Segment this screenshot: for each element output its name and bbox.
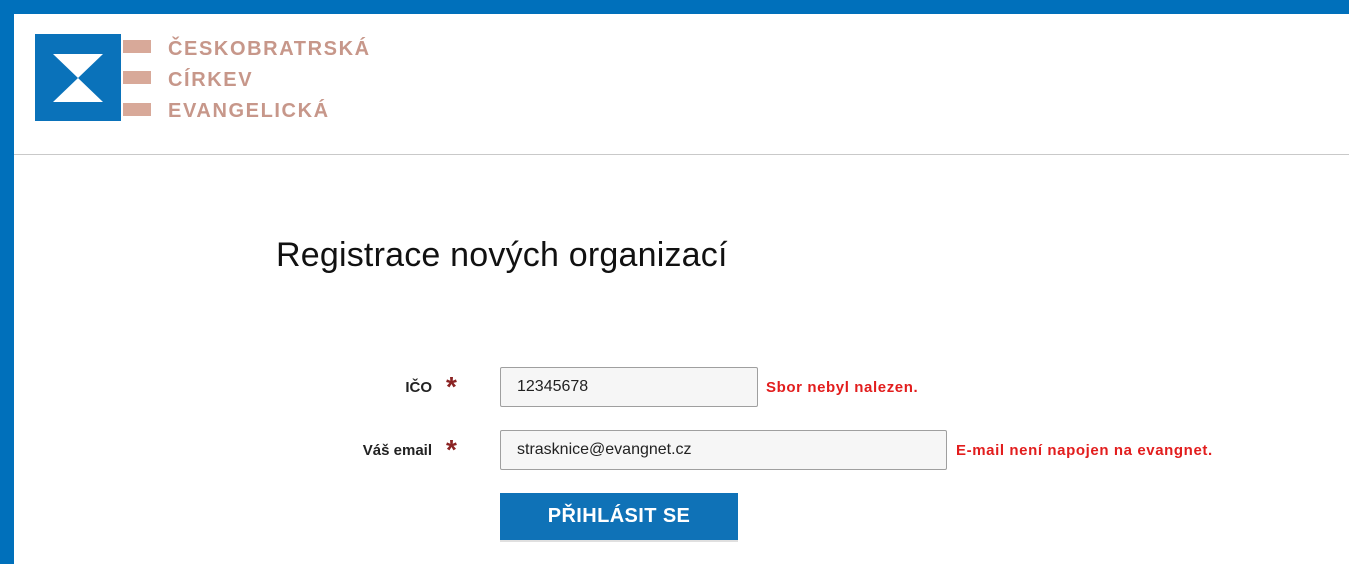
logo-text: ČESKOBRATRSKÁ CÍRKEV EVANGELICKÁ [168, 34, 371, 127]
required-icon: * [446, 371, 457, 402]
page-content: ČESKOBRATRSKÁ CÍRKEV EVANGELICKÁ Registr… [14, 14, 1349, 564]
page-title: Registrace nových organizací [276, 236, 728, 274]
login-button[interactable]: PŘIHLÁSIT SE [500, 493, 738, 540]
ico-label: IČO [405, 379, 432, 396]
logo[interactable]: ČESKOBRATRSKÁ CÍRKEV EVANGELICKÁ [35, 34, 455, 134]
email-row: Váš email * E-mail není napojen na evang… [14, 430, 1349, 474]
logo-line-1: ČESKOBRATRSKÁ [168, 38, 371, 60]
required-icon: * [446, 434, 457, 465]
email-input[interactable] [500, 430, 947, 470]
ico-row: IČO * Sbor nebyl nalezen. [14, 367, 1349, 411]
logo-line-3: EVANGELICKÁ [168, 100, 330, 122]
logo-line-2: CÍRKEV [168, 69, 254, 91]
ico-input[interactable] [500, 367, 758, 407]
header: ČESKOBRATRSKÁ CÍRKEV EVANGELICKÁ [14, 14, 1349, 155]
email-label: Váš email [362, 442, 432, 459]
email-error-message: E-mail není napojen na evangnet. [956, 442, 1213, 459]
ico-error-message: Sbor nebyl nalezen. [766, 379, 919, 396]
hourglass-icon [35, 34, 121, 121]
